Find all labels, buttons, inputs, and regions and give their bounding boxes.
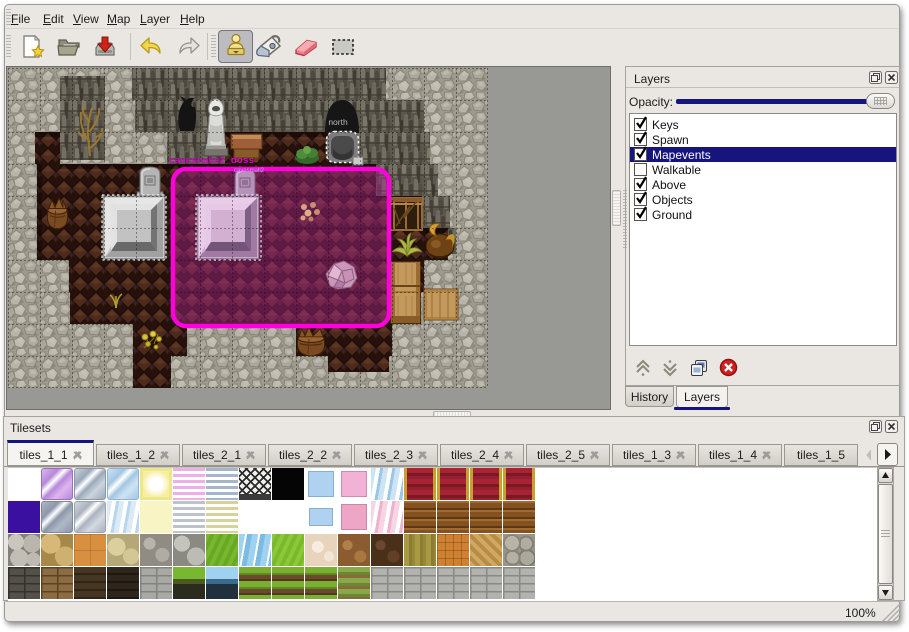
svg-text:cavesnake2_doss: cavesnake2_doss	[169, 155, 254, 166]
svg-text:cavesmall2: cavesmall2	[234, 168, 265, 174]
svg-text:north: north	[328, 117, 348, 127]
